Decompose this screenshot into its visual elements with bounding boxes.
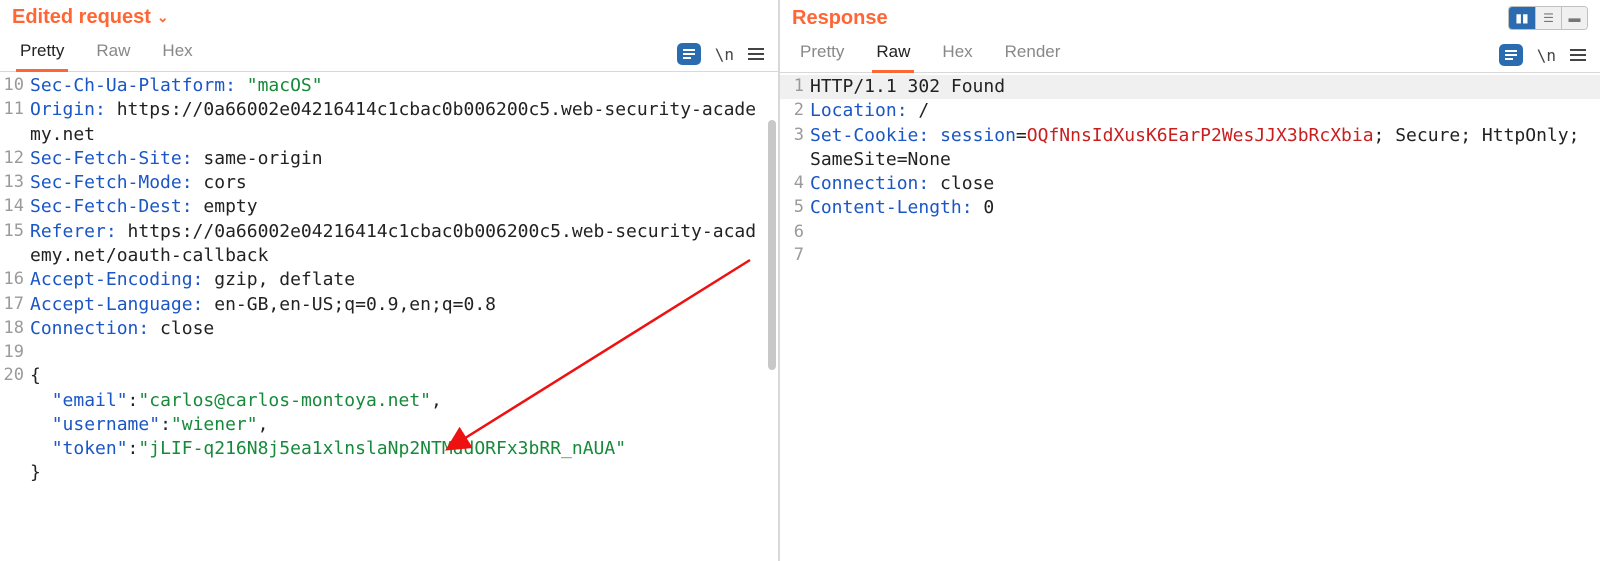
layout-toggle: ▮▮ ☰ ▬	[1508, 6, 1588, 30]
code-line[interactable]: 20{	[0, 364, 778, 388]
line-number: 12	[0, 147, 30, 170]
code-line[interactable]: "email":"carlos@carlos-montoya.net",	[0, 389, 778, 413]
line-number: 5	[780, 196, 810, 219]
request-title-text: Edited request	[12, 6, 151, 29]
line-number: 1	[780, 75, 810, 98]
response-title-text: Response	[792, 7, 888, 30]
code-content[interactable]: Connection: close	[30, 317, 778, 341]
chevron-down-icon: ⌄	[157, 9, 169, 26]
response-panel: Response ▮▮ ☰ ▬ Pretty Raw Hex Render \n…	[780, 0, 1600, 561]
request-panel: Edited request ⌄ Pretty Raw Hex \n 10Sec…	[0, 0, 780, 561]
request-toolbar: \n	[677, 43, 778, 71]
line-number: 18	[0, 317, 30, 340]
code-line[interactable]: 12Sec-Fetch-Site: same-origin	[0, 147, 778, 171]
code-content[interactable]: }	[30, 461, 778, 485]
line-number: 3	[780, 124, 810, 147]
code-content[interactable]: Sec-Ch-Ua-Platform: "macOS"	[30, 74, 778, 98]
request-header: Edited request ⌄	[0, 0, 778, 29]
code-line[interactable]: 16Accept-Encoding: gzip, deflate	[0, 268, 778, 292]
line-number: 6	[780, 221, 810, 244]
code-content[interactable]: Accept-Encoding: gzip, deflate	[30, 268, 778, 292]
code-content[interactable]: Sec-Fetch-Site: same-origin	[30, 147, 778, 171]
code-line[interactable]: 13Sec-Fetch-Mode: cors	[0, 171, 778, 195]
code-content[interactable]: "token":"jLIF-q216N8j5ea1xlnslaNp2NTMddO…	[30, 437, 778, 461]
newline-toggle-icon-resp[interactable]: \n	[1537, 46, 1556, 65]
code-content[interactable]: Sec-Fetch-Mode: cors	[30, 171, 778, 195]
code-content[interactable]: "username":"wiener",	[30, 413, 778, 437]
code-line[interactable]: 10Sec-Ch-Ua-Platform: "macOS"	[0, 74, 778, 98]
scrollbar[interactable]	[768, 90, 776, 520]
code-line[interactable]: 7	[780, 244, 1600, 267]
code-line[interactable]: }	[0, 461, 778, 485]
code-content[interactable]: "email":"carlos@carlos-montoya.net",	[30, 389, 778, 413]
layout-single-icon[interactable]: ▬	[1561, 7, 1587, 29]
line-number: 10	[0, 74, 30, 97]
line-number: 11	[0, 98, 30, 121]
code-line[interactable]: 18Connection: close	[0, 317, 778, 341]
code-content[interactable]: Sec-Fetch-Dest: empty	[30, 195, 778, 219]
line-number: 20	[0, 364, 30, 387]
code-line[interactable]: "username":"wiener",	[0, 413, 778, 437]
code-line[interactable]: 6	[780, 221, 1600, 244]
code-content[interactable]: Content-Length: 0	[810, 196, 1600, 220]
wrap-toggle-icon-resp[interactable]	[1499, 44, 1523, 66]
code-content[interactable]: HTTP/1.1 302 Found	[810, 75, 1600, 99]
response-header: Response ▮▮ ☰ ▬	[780, 0, 1600, 30]
code-line[interactable]: 4Connection: close	[780, 172, 1600, 196]
request-tabs: Pretty Raw Hex \n	[0, 35, 778, 72]
view-toggle-group: ▮▮ ☰ ▬	[1508, 6, 1588, 30]
line-number: 15	[0, 220, 30, 243]
code-content[interactable]: {	[30, 364, 778, 388]
code-line[interactable]: 3Set-Cookie: session=OQfNnsIdXusK6EarP2W…	[780, 124, 1600, 173]
scrollbar-thumb[interactable]	[768, 120, 776, 370]
newline-toggle-icon[interactable]: \n	[715, 45, 734, 64]
code-content[interactable]: Connection: close	[810, 172, 1600, 196]
code-line[interactable]: 17Accept-Language: en-GB,en-US;q=0.9,en;…	[0, 293, 778, 317]
line-number: 4	[780, 172, 810, 195]
response-tabs: Pretty Raw Hex Render \n	[780, 36, 1600, 73]
response-toolbar: \n	[1499, 44, 1600, 72]
code-line[interactable]: 15Referer: https://0a66002e04216414c1cba…	[0, 220, 778, 269]
tab-render-resp[interactable]: Render	[1001, 36, 1065, 73]
code-content[interactable]: Referer: https://0a66002e04216414c1cbac0…	[30, 220, 778, 269]
request-editor[interactable]: 10Sec-Ch-Ua-Platform: "macOS"11Origin: h…	[0, 72, 778, 561]
tab-raw-resp[interactable]: Raw	[872, 36, 914, 73]
line-number: 2	[780, 99, 810, 122]
line-number: 14	[0, 195, 30, 218]
tab-pretty[interactable]: Pretty	[16, 35, 68, 72]
wrap-toggle-icon[interactable]	[677, 43, 701, 65]
code-line[interactable]: 5Content-Length: 0	[780, 196, 1600, 220]
layout-rows-icon[interactable]: ☰	[1535, 7, 1561, 29]
layout-columns-icon[interactable]: ▮▮	[1509, 7, 1535, 29]
response-title: Response	[792, 7, 888, 30]
tab-hex[interactable]: Hex	[158, 35, 196, 72]
line-number: 19	[0, 341, 30, 364]
line-number: 17	[0, 293, 30, 316]
menu-icon-resp[interactable]	[1570, 49, 1586, 61]
response-editor[interactable]: 1HTTP/1.1 302 Found2Location: /3Set-Cook…	[780, 73, 1600, 561]
tab-hex-resp[interactable]: Hex	[938, 36, 976, 73]
code-line[interactable]: "token":"jLIF-q216N8j5ea1xlnslaNp2NTMddO…	[0, 437, 778, 461]
code-line[interactable]: 19	[0, 341, 778, 364]
code-line[interactable]: 11Origin: https://0a66002e04216414c1cbac…	[0, 98, 778, 147]
code-content[interactable]: Set-Cookie: session=OQfNnsIdXusK6EarP2We…	[810, 124, 1600, 173]
menu-icon[interactable]	[748, 48, 764, 60]
code-content[interactable]: Accept-Language: en-GB,en-US;q=0.9,en;q=…	[30, 293, 778, 317]
code-content[interactable]: Location: /	[810, 99, 1600, 123]
tab-raw[interactable]: Raw	[92, 35, 134, 72]
code-line[interactable]: 2Location: /	[780, 99, 1600, 123]
code-content[interactable]: Origin: https://0a66002e04216414c1cbac0b…	[30, 98, 778, 147]
code-line[interactable]: 14Sec-Fetch-Dest: empty	[0, 195, 778, 219]
code-line[interactable]: 1HTTP/1.1 302 Found	[780, 75, 1600, 99]
tab-pretty-resp[interactable]: Pretty	[796, 36, 848, 73]
line-number: 7	[780, 244, 810, 267]
line-number: 16	[0, 268, 30, 291]
line-number: 13	[0, 171, 30, 194]
request-title[interactable]: Edited request ⌄	[12, 6, 169, 29]
